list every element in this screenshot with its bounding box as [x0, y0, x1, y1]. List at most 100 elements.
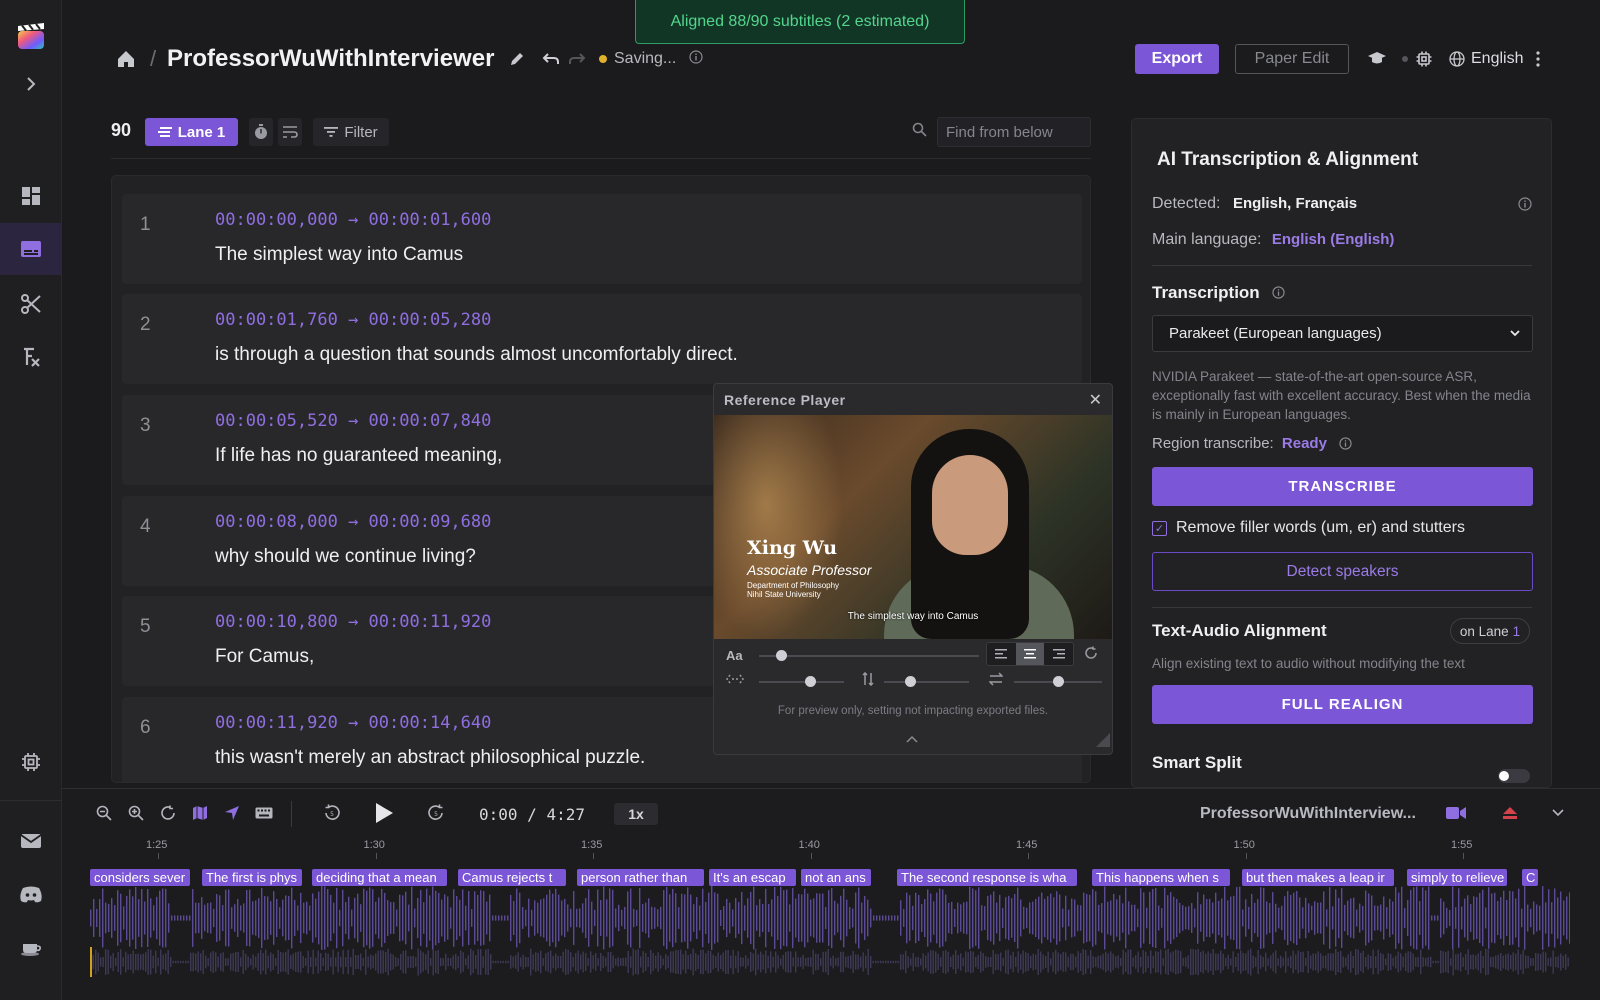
full-realign-button[interactable]: FULL REALIGN: [1152, 685, 1533, 724]
subtitle-row[interactable]: 2 00:00:01,760 → 00:00:05,280 is through…: [122, 294, 1082, 384]
subtitle-text[interactable]: For Camus,: [215, 646, 314, 668]
lane-selector[interactable]: Lane 1: [145, 118, 238, 146]
subtitle-timing[interactable]: 00:00:10,800 → 00:00:11,920: [215, 612, 491, 632]
export-button[interactable]: Export: [1135, 44, 1219, 74]
resize-handle-icon[interactable]: [1096, 733, 1110, 752]
play-icon[interactable]: [372, 801, 396, 825]
discord-icon[interactable]: [0, 868, 62, 920]
follow-playhead-icon[interactable]: [220, 801, 244, 825]
clear-format-icon[interactable]: [0, 331, 62, 383]
subtitle-timing[interactable]: 00:00:11,920 → 00:00:14,640: [215, 713, 491, 733]
wrap-lines-icon[interactable]: [278, 118, 302, 146]
model-select[interactable]: Parakeet (European languages): [1152, 315, 1533, 352]
forward-icon[interactable]: 5: [424, 801, 448, 825]
vertical-offset-knob[interactable]: [904, 676, 916, 687]
scissors-icon[interactable]: [0, 278, 62, 330]
font-size-slider-knob[interactable]: [776, 650, 787, 661]
collapse-chevron-icon[interactable]: [906, 730, 918, 748]
subtitle-segment[interactable]: Camus rejects t: [458, 869, 566, 886]
map-icon[interactable]: [188, 801, 212, 825]
align-center-icon[interactable]: [1015, 643, 1045, 665]
lane-pill[interactable]: on Lane 1: [1450, 618, 1530, 644]
subtitle-segment[interactable]: but then makes a leap ir: [1242, 869, 1394, 886]
vertical-offset-slider[interactable]: [884, 681, 969, 683]
transcribe-button[interactable]: TRANSCRIBE: [1152, 467, 1533, 506]
rewind-icon[interactable]: 5: [320, 801, 344, 825]
subtitle-text[interactable]: The simplest way into Camus: [215, 244, 463, 266]
settings-chip-icon[interactable]: [0, 736, 62, 788]
waveform[interactable]: [90, 886, 1570, 950]
align-left-icon[interactable]: [987, 643, 1016, 665]
subtitle-row[interactable]: 1 00:00:00,000 → 00:00:01,600 The simple…: [122, 194, 1082, 284]
horizontal-offset-knob[interactable]: [805, 676, 816, 687]
waveform-bar: [600, 899, 602, 937]
timer-icon[interactable]: [249, 118, 273, 146]
subtitle-segment[interactable]: It's an escap: [709, 869, 796, 886]
subtitle-segment[interactable]: person rather than: [577, 869, 704, 886]
horizontal-offset-slider[interactable]: [759, 681, 844, 683]
waveform-bar: [612, 889, 614, 947]
subtitle-text[interactable]: is through a question that sounds almost…: [215, 344, 738, 366]
playhead[interactable]: [90, 947, 92, 977]
font-size-slider[interactable]: [759, 655, 979, 657]
subtitle-segment[interactable]: deciding that a mean: [312, 869, 447, 886]
subtitle-text[interactable]: If life has no guaranteed meaning,: [215, 445, 502, 467]
subtitle-segment[interactable]: The second response is wha: [897, 869, 1077, 886]
info-icon[interactable]: [1272, 284, 1286, 303]
redo-icon[interactable]: [568, 40, 586, 78]
chevron-down-icon[interactable]: [1546, 801, 1570, 825]
video-camera-icon[interactable]: [1444, 801, 1468, 825]
subtitle-segment[interactable]: This happens when s: [1092, 869, 1230, 886]
filter-button[interactable]: Filter: [313, 118, 389, 146]
info-icon[interactable]: [1339, 437, 1352, 454]
coffee-cup-icon[interactable]: [0, 922, 62, 974]
chip-settings-icon[interactable]: [1416, 40, 1432, 78]
project-title[interactable]: ProfessorWuWithInterviewer: [167, 40, 494, 78]
eject-icon[interactable]: [1498, 801, 1522, 825]
app-logo-icon[interactable]: [0, 10, 62, 62]
edit-pencil-icon[interactable]: [509, 40, 525, 78]
smart-split-toggle[interactable]: [1498, 769, 1530, 783]
paper-edit-button[interactable]: Paper Edit: [1235, 44, 1349, 74]
dashboard-icon[interactable]: [0, 170, 62, 222]
subtitle-text[interactable]: why should we continue living?: [215, 546, 476, 568]
subtitles-icon[interactable]: [0, 223, 62, 275]
more-options-icon[interactable]: [1536, 40, 1540, 78]
waveform-bar: [1446, 907, 1448, 929]
subtitle-segment[interactable]: considers sever: [90, 869, 190, 886]
subtitle-timing[interactable]: 00:00:00,000 → 00:00:01,600: [215, 210, 491, 230]
spacing-knob[interactable]: [1053, 676, 1064, 687]
close-icon[interactable]: ✕: [1089, 390, 1102, 410]
subtitle-timing[interactable]: 00:00:01,760 → 00:00:05,280: [215, 310, 491, 330]
reset-icon[interactable]: [1084, 646, 1098, 665]
graduation-cap-icon[interactable]: [1367, 40, 1387, 78]
subtitle-segment[interactable]: C: [1522, 869, 1538, 886]
info-icon[interactable]: [1518, 197, 1532, 216]
subtitle-text[interactable]: this wasn't merely an abstract philosoph…: [215, 747, 645, 769]
detect-speakers-button[interactable]: Detect speakers: [1152, 552, 1533, 591]
info-icon[interactable]: [689, 49, 703, 69]
waveform-bar: [1395, 887, 1397, 949]
expand-chevron-icon[interactable]: [0, 58, 62, 110]
playback-speed-button[interactable]: 1x: [614, 803, 658, 825]
subtitle-segment[interactable]: not an ans: [801, 869, 871, 886]
main-language-value[interactable]: English (English): [1272, 231, 1395, 248]
subtitle-segment[interactable]: The first is phys: [202, 869, 302, 886]
subtitle-segment[interactable]: simply to relieve: [1407, 869, 1507, 886]
align-right-icon[interactable]: [1044, 643, 1073, 665]
filler-checkbox[interactable]: ✓: [1152, 521, 1167, 536]
home-icon[interactable]: [116, 40, 136, 78]
waveform-overview[interactable]: [90, 947, 1570, 977]
find-input[interactable]: Find from below: [937, 117, 1091, 147]
zoom-out-icon[interactable]: [92, 801, 116, 825]
subtitle-timing[interactable]: 00:00:05,520 → 00:00:07,840: [215, 411, 491, 431]
mail-icon[interactable]: [0, 815, 62, 867]
reset-zoom-icon[interactable]: [156, 801, 180, 825]
language-selector[interactable]: English: [1449, 40, 1523, 78]
keyboard-icon[interactable]: [252, 801, 276, 825]
video-frame[interactable]: Xing Wu Associate Professor Department o…: [714, 415, 1112, 639]
reference-player[interactable]: Reference Player ✕ Xing Wu Associate Pro…: [713, 383, 1113, 755]
undo-icon[interactable]: [542, 40, 560, 78]
zoom-in-icon[interactable]: [124, 801, 148, 825]
subtitle-timing[interactable]: 00:00:08,000 → 00:00:09,680: [215, 512, 491, 532]
